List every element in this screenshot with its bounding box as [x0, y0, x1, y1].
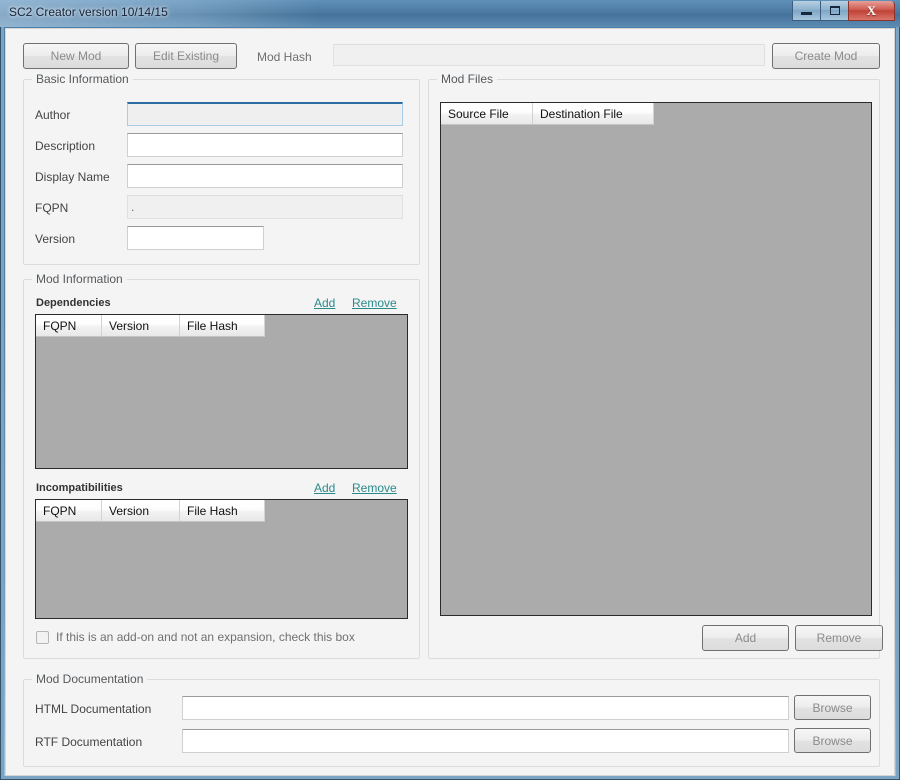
display-name-input[interactable] — [127, 164, 403, 188]
mod-hash-input[interactable] — [333, 44, 765, 66]
incompatibilities-col-version[interactable]: Version — [102, 500, 180, 522]
addon-checkbox-row[interactable]: If this is an add-on and not an expansio… — [36, 630, 355, 644]
mod-files-col-source[interactable]: Source File — [441, 103, 533, 125]
dependencies-col-fqpn[interactable]: FQPN — [36, 315, 102, 337]
mod-files-header-row: Source File Destination File — [441, 103, 871, 125]
html-documentation-label: HTML Documentation — [35, 702, 152, 716]
fqpn-label: FQPN — [35, 201, 69, 215]
window-controls: X — [792, 1, 895, 21]
addon-checkbox[interactable] — [36, 630, 49, 644]
mod-files-remove-button[interactable]: Remove — [795, 625, 883, 651]
create-mod-button[interactable]: Create Mod — [772, 43, 880, 69]
version-input[interactable] — [127, 226, 264, 250]
dependencies-col-version[interactable]: Version — [102, 315, 180, 337]
author-input[interactable] — [127, 102, 403, 126]
basic-information-group: Basic Information Author Description Dis… — [23, 72, 420, 265]
mod-files-listview[interactable]: Source File Destination File — [440, 102, 872, 616]
minimize-button[interactable] — [792, 1, 821, 21]
dependencies-col-filehash[interactable]: File Hash — [180, 315, 265, 337]
version-label: Version — [35, 232, 76, 246]
dependencies-listview[interactable]: FQPN Version File Hash — [35, 314, 408, 469]
new-mod-button[interactable]: New Mod — [23, 43, 129, 69]
mod-information-group: Mod Information Dependencies Add Remove … — [23, 272, 420, 659]
incompatibilities-add-link[interactable]: Add — [314, 481, 335, 495]
mod-documentation-group: Mod Documentation HTML Documentation Bro… — [23, 672, 880, 767]
mod-documentation-title: Mod Documentation — [32, 672, 148, 686]
addon-checkbox-label: If this is an add-on and not an expansio… — [56, 630, 355, 644]
rtf-documentation-label: RTF Documentation — [35, 735, 143, 749]
html-documentation-input[interactable] — [182, 696, 789, 720]
edit-existing-button[interactable]: Edit Existing — [135, 43, 237, 69]
window-title: SC2 Creator version 10/14/15 — [9, 5, 168, 19]
rtf-documentation-browse-button[interactable]: Browse — [794, 728, 871, 753]
html-documentation-browse-button[interactable]: Browse — [794, 695, 871, 720]
application-window: SC2 Creator version 10/14/15 X New Mod E… — [0, 0, 900, 780]
basic-information-title: Basic Information — [32, 72, 133, 86]
minimize-icon — [801, 12, 812, 15]
client-area: New Mod Edit Existing Mod Hash Create Mo… — [5, 28, 895, 776]
fqpn-input[interactable]: . — [127, 195, 403, 219]
mod-files-group: Mod Files Source File Destination File A… — [428, 72, 883, 659]
display-name-label: Display Name — [35, 170, 110, 184]
dependencies-add-link[interactable]: Add — [314, 296, 335, 310]
close-button[interactable]: X — [848, 1, 895, 21]
close-icon: X — [866, 3, 877, 18]
mod-information-title: Mod Information — [32, 272, 127, 286]
dependencies-header-row: FQPN Version File Hash — [36, 315, 407, 337]
mod-files-add-button[interactable]: Add — [702, 625, 789, 651]
author-label: Author — [35, 108, 71, 122]
mod-hash-label: Mod Hash — [257, 50, 312, 64]
description-label: Description — [35, 139, 96, 153]
incompatibilities-listview[interactable]: FQPN Version File Hash — [35, 499, 408, 619]
mod-files-title: Mod Files — [437, 72, 498, 86]
dependencies-remove-link[interactable]: Remove — [352, 296, 397, 310]
incompatibilities-remove-link[interactable]: Remove — [352, 481, 397, 495]
maximize-button[interactable] — [820, 1, 849, 21]
mod-files-col-destination[interactable]: Destination File — [533, 103, 654, 125]
maximize-icon — [829, 6, 840, 15]
description-input[interactable] — [127, 133, 403, 157]
incompatibilities-col-filehash[interactable]: File Hash — [180, 500, 265, 522]
rtf-documentation-input[interactable] — [182, 729, 789, 753]
incompatibilities-header-row: FQPN Version File Hash — [36, 500, 407, 522]
dependencies-label: Dependencies — [36, 297, 111, 309]
incompatibilities-label: Incompatibilities — [36, 482, 123, 494]
title-bar[interactable]: SC2 Creator version 10/14/15 X — [0, 0, 900, 27]
incompatibilities-col-fqpn[interactable]: FQPN — [36, 500, 102, 522]
